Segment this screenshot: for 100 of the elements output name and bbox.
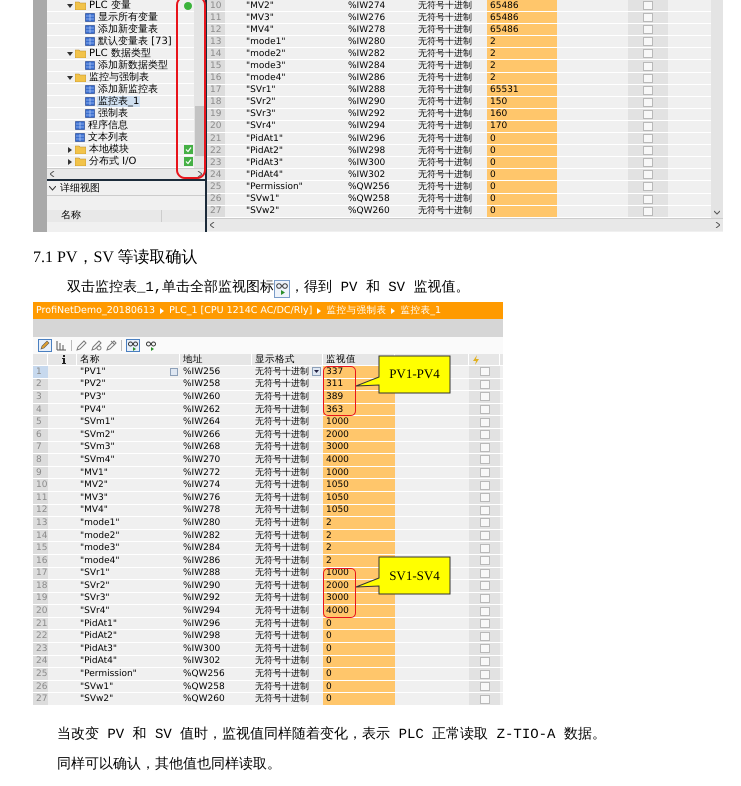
checkbox[interactable] [480, 644, 490, 654]
row-number[interactable]: 16 [33, 554, 48, 566]
pencil-icon[interactable] [91, 340, 102, 351]
pencil-icon[interactable] [38, 339, 52, 352]
tree-item[interactable]: 添加新监控表 [97, 84, 159, 95]
checkbox[interactable] [643, 170, 653, 180]
checkbox[interactable] [643, 13, 653, 22]
row-number[interactable]: 19 [33, 592, 48, 604]
row-number[interactable]: 15 [33, 542, 48, 554]
pencil-icon[interactable] [76, 340, 87, 351]
row-number[interactable]: 8 [33, 454, 48, 466]
row-number[interactable]: 5 [33, 416, 48, 428]
checkbox[interactable] [480, 392, 490, 402]
checkbox[interactable] [480, 367, 490, 376]
tree-item[interactable]: 添加新数据类型 [97, 60, 169, 71]
checkbox[interactable] [643, 74, 653, 83]
breadcrumb-link[interactable]: 监控表_1 [400, 304, 442, 317]
scroll-right-icon[interactable] [715, 222, 720, 228]
row-number[interactable]: 25 [33, 668, 48, 680]
row-number[interactable]: 23 [33, 643, 48, 655]
chevron-icon[interactable] [49, 186, 56, 190]
checkbox[interactable] [643, 49, 653, 58]
row-number[interactable]: 12 [33, 504, 48, 516]
checkbox[interactable] [480, 656, 490, 666]
pencil-icon[interactable] [106, 340, 117, 351]
row-number[interactable]: 20 [33, 605, 48, 617]
breadcrumb-link[interactable]: PLC_1 [CPU 1214C AC/DC/Rly] [169, 305, 312, 316]
row-number[interactable]: 26 [33, 680, 48, 692]
checkbox[interactable] [480, 581, 490, 590]
checkbox[interactable] [643, 98, 653, 107]
row-number[interactable]: 27 [33, 693, 48, 706]
scroll-right-icon[interactable] [197, 171, 202, 177]
row-number[interactable]: 14 [33, 530, 48, 542]
row-number[interactable]: 11 [33, 492, 48, 504]
tree-item[interactable]: 程序信息 [87, 120, 129, 131]
checkbox[interactable] [643, 134, 653, 144]
checkbox[interactable] [643, 110, 653, 119]
checkbox[interactable] [480, 594, 490, 603]
checkbox[interactable] [480, 380, 490, 389]
tree-item[interactable]: PLC 数据类型 [88, 48, 152, 59]
row-number[interactable]: 6 [33, 428, 48, 441]
collapse-arrow-icon[interactable] [67, 74, 73, 80]
dropdown-button[interactable] [312, 367, 321, 376]
checkbox[interactable] [480, 493, 490, 502]
row-number[interactable]: 17 [33, 568, 48, 580]
checkbox[interactable] [643, 206, 653, 216]
checkbox[interactable] [643, 182, 653, 192]
checkbox[interactable] [643, 1, 653, 10]
tree-item[interactable]: 显示所有变量 [97, 12, 159, 23]
checkbox[interactable] [643, 146, 653, 156]
row-number[interactable]: 4 [33, 404, 48, 416]
collapse-arrow-icon[interactable] [67, 50, 73, 56]
checkbox[interactable] [643, 37, 653, 46]
checkbox[interactable] [480, 468, 490, 478]
scroll-left-icon[interactable] [210, 222, 215, 228]
row-number[interactable]: 13 [33, 517, 48, 529]
tree-item[interactable]: 监控表_1 [97, 96, 140, 107]
checkbox[interactable] [480, 632, 490, 641]
columns-icon[interactable] [56, 340, 67, 351]
breadcrumb-link[interactable]: 监控与强制表 [326, 304, 386, 317]
breadcrumb-link[interactable]: ProfiNetDemo_20180613 [36, 305, 156, 316]
tree-item[interactable]: 监控与强制表 [88, 72, 150, 83]
row-number[interactable]: 2 [33, 378, 48, 390]
tree-item[interactable]: 本地模块 [88, 144, 130, 155]
row-number[interactable]: 1 [33, 366, 48, 378]
checkbox[interactable] [643, 62, 653, 71]
checkbox[interactable] [480, 442, 490, 452]
checkbox[interactable] [480, 682, 490, 692]
checkbox[interactable] [480, 568, 490, 578]
checkbox[interactable] [480, 405, 490, 414]
glasses-icon[interactable] [144, 339, 158, 352]
checkbox[interactable] [643, 158, 653, 168]
collapse-arrow-icon[interactable] [67, 2, 73, 8]
tree-item[interactable]: 文本列表 [87, 132, 129, 143]
expand-arrow-icon[interactable] [67, 146, 73, 152]
checkbox[interactable] [480, 430, 490, 440]
row-number[interactable]: 9 [33, 466, 48, 478]
glasses-icon[interactable] [126, 339, 140, 352]
checkbox[interactable] [480, 418, 490, 427]
checkbox[interactable] [480, 670, 490, 679]
checkbox[interactable] [643, 122, 653, 131]
checkbox[interactable] [480, 606, 490, 616]
checkbox[interactable] [480, 556, 490, 566]
expand-arrow-icon[interactable] [67, 158, 73, 164]
tree-item[interactable]: 添加新变量表 [97, 24, 159, 35]
checkbox[interactable] [480, 506, 490, 515]
scroll-down-icon[interactable] [714, 210, 720, 215]
row-number[interactable]: 18 [33, 580, 48, 592]
checkbox[interactable] [480, 531, 490, 540]
scroll-left-icon[interactable] [50, 171, 55, 177]
checkbox[interactable] [643, 25, 653, 34]
row-number[interactable]: 24 [33, 656, 48, 668]
checkbox[interactable] [643, 86, 653, 95]
tree-item[interactable]: 分布式 I/O [88, 156, 138, 167]
checkbox[interactable] [480, 518, 490, 528]
picker-button[interactable] [170, 368, 178, 376]
row-number[interactable]: 22 [33, 630, 48, 642]
checkbox[interactable] [643, 194, 653, 204]
checkbox[interactable] [480, 455, 490, 464]
checkbox[interactable] [480, 544, 490, 553]
